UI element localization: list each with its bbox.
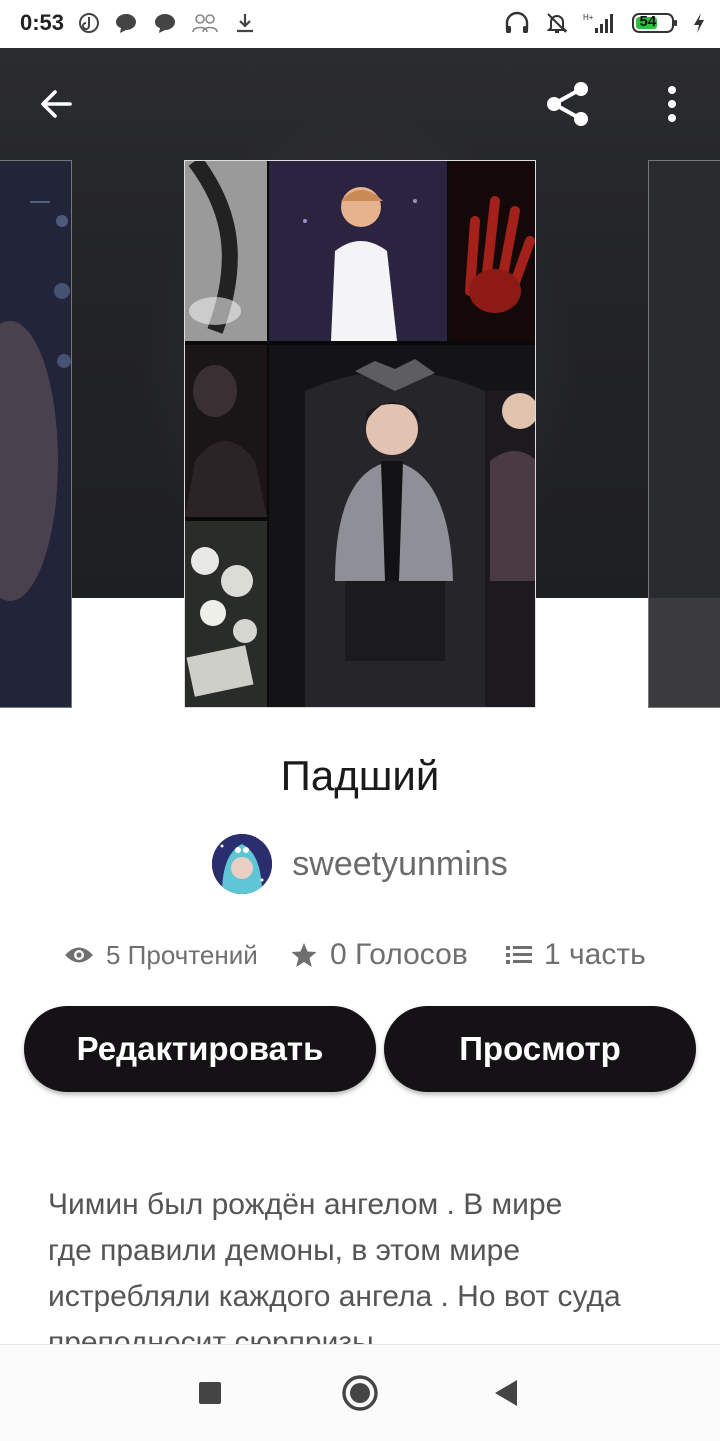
battery-icon: 54 xyxy=(631,11,678,40)
system-nav-bar xyxy=(0,1344,720,1441)
svg-text:H+: H+ xyxy=(583,13,594,22)
signal-icon: H+ xyxy=(583,11,617,40)
status-time: 0:53 xyxy=(20,10,65,35)
recents-button[interactable] xyxy=(186,1369,234,1417)
story-cover[interactable] xyxy=(184,160,536,708)
headphones-icon xyxy=(504,11,530,40)
more-options-button[interactable] xyxy=(644,76,700,132)
reads-stat: 5 Прочтений xyxy=(64,930,258,980)
status-right-icons: H+ 54 xyxy=(504,11,706,37)
status-bar: 0:53 H+ 54 xyxy=(0,0,720,48)
cover-collage-art xyxy=(185,161,535,707)
share-button[interactable] xyxy=(540,76,596,132)
author-avatar[interactable] xyxy=(212,834,273,894)
story-stats: 5 Прочтений 0 Голосов 1 часть xyxy=(0,930,720,980)
share-icon xyxy=(547,82,588,126)
avatar-image xyxy=(212,834,273,894)
previous-cover[interactable] xyxy=(0,160,72,708)
chat-bubble-icon xyxy=(153,12,177,39)
reads-count: 5 Прочтений xyxy=(106,939,258,970)
people-icon xyxy=(191,12,219,39)
view-button[interactable]: Просмотр xyxy=(384,1006,696,1092)
square-icon xyxy=(199,1382,221,1404)
charging-icon xyxy=(692,12,706,39)
previous-cover-art xyxy=(0,161,71,707)
next-cover[interactable] xyxy=(648,160,720,708)
triangle-back-icon xyxy=(495,1380,517,1406)
battery-level: 54 xyxy=(639,13,657,30)
home-circle-icon xyxy=(342,1375,378,1411)
tiktok-icon xyxy=(78,12,100,39)
status-left-icons xyxy=(78,12,266,36)
eye-icon xyxy=(65,947,93,963)
author-name[interactable]: sweetyunmins xyxy=(292,845,507,884)
description-line: истребляли каждого ангела . Но вот суда xyxy=(48,1280,621,1313)
home-button[interactable] xyxy=(336,1369,384,1417)
back-button[interactable] xyxy=(28,76,84,132)
parts-stat: 1 часть xyxy=(506,930,646,980)
arrow-left-icon xyxy=(41,90,72,118)
author-row[interactable]: sweetyunmins xyxy=(0,834,720,894)
list-icon xyxy=(506,946,532,964)
download-icon xyxy=(234,12,256,39)
story-description: Чимин был рождён ангелом . В мире где пр… xyxy=(48,1182,688,1366)
story-title: Падший xyxy=(280,752,440,799)
more-vert-icon xyxy=(668,86,676,122)
votes-stat: 0 Голосов xyxy=(290,930,468,980)
star-icon xyxy=(291,943,317,967)
chat-bubble-icon xyxy=(114,12,138,39)
parts-count: 1 часть xyxy=(544,938,646,971)
description-line: Чимин был рождён ангелом . В мире xyxy=(48,1188,563,1221)
votes-count: 0 Голосов xyxy=(330,938,468,971)
edit-button[interactable]: Редактировать xyxy=(24,1006,376,1092)
bell-off-icon xyxy=(545,11,569,40)
description-line: где правили демоны, в этом мире xyxy=(48,1234,521,1267)
back-nav-button[interactable] xyxy=(482,1369,530,1417)
